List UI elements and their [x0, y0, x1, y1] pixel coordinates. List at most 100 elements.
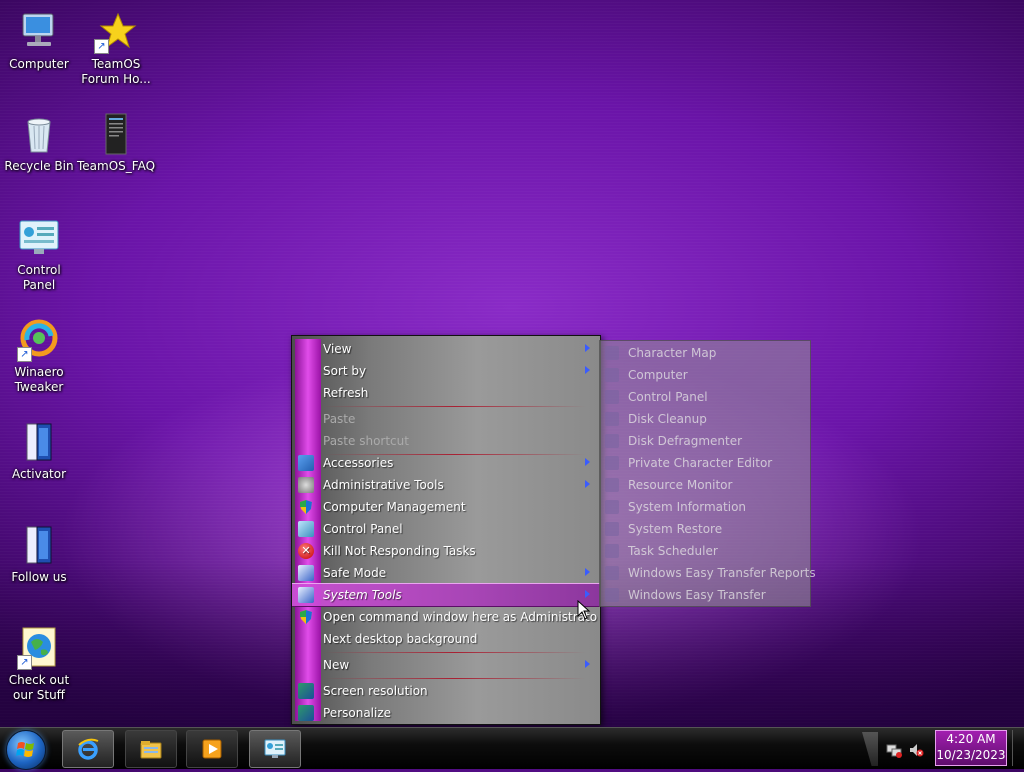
desktop-icon-label: Winaero Tweaker [14, 365, 64, 394]
submenu-item-control-panel[interactable]: Control Panel [600, 386, 810, 408]
menu-item-new[interactable]: New [292, 654, 600, 676]
disk-defragmenter-icon [605, 434, 619, 448]
submenu-item-system-information[interactable]: System Information [600, 496, 810, 518]
taskbar-media-player[interactable] [186, 730, 238, 768]
task-scheduler-icon [605, 544, 619, 558]
taskbar-control-panel[interactable] [249, 730, 301, 768]
desktop-context-menu: View Sort by Refresh Paste Paste shortcu… [291, 335, 601, 725]
menu-item-paste-shortcut[interactable]: Paste shortcut [292, 430, 600, 452]
submenu-arrow-icon [585, 480, 590, 488]
menu-item-safe-mode[interactable]: Safe Mode [292, 562, 600, 584]
submenu-arrow-icon [585, 458, 590, 466]
desktop-icon-label: Control Panel [17, 263, 61, 292]
internet-explorer-icon [78, 738, 99, 760]
network-icon[interactable] [886, 742, 902, 758]
submenu-arrow-icon [585, 660, 590, 668]
submenu-item-private-character-editor[interactable]: Private Character Editor [600, 452, 810, 474]
system-information-icon [605, 500, 619, 514]
submenu-item-easy-transfer[interactable]: Windows Easy Transfer [600, 584, 810, 606]
winaero-tweaker-icon: ↗ [17, 318, 61, 362]
desktop-icon-label: TeamOS_FAQ [77, 159, 156, 173]
desktop-icon-winaero-tweaker[interactable]: ↗ Winaero Tweaker [0, 318, 78, 395]
shield-icon [298, 609, 314, 625]
control-panel-icon [17, 216, 61, 260]
menu-item-personalize[interactable]: Personalize [292, 702, 600, 724]
menu-item-sort-by[interactable]: Sort by [292, 360, 600, 382]
system-tools-submenu: Character Map Computer Control Panel Dis… [599, 340, 816, 607]
menu-separator [323, 678, 586, 679]
menu-item-kill-not-responding-tasks[interactable]: ✕ Kill Not Responding Tasks [292, 540, 600, 562]
desktop-icon-control-panel[interactable]: Control Panel [0, 216, 78, 293]
accessories-icon [298, 455, 314, 471]
system-tools-icon [298, 587, 314, 603]
submenu-item-easy-transfer-reports[interactable]: Windows Easy Transfer Reports [600, 562, 816, 584]
submenu-item-disk-defragmenter[interactable]: Disk Defragmenter [600, 430, 810, 452]
submenu-item-task-scheduler[interactable]: Task Scheduler [600, 540, 810, 562]
file-explorer-icon [140, 741, 162, 759]
desktop-icon-recycle-bin[interactable]: Recycle Bin [0, 112, 78, 174]
star-shortcut-icon: ↗ [94, 10, 138, 54]
submenu-arrow-icon [585, 344, 590, 352]
submenu-item-disk-cleanup[interactable]: Disk Cleanup [600, 408, 810, 430]
windows-start-orb-icon[interactable] [6, 730, 46, 770]
kill-tasks-icon: ✕ [298, 543, 314, 559]
submenu-arrow-icon [585, 568, 590, 576]
submenu-item-character-map[interactable]: Character Map [600, 342, 810, 364]
clock-time: 4:20 AM [946, 732, 996, 746]
taskbar-end-cap [862, 732, 878, 766]
system-restore-icon [605, 522, 619, 536]
volume-muted-icon[interactable] [908, 742, 924, 758]
submenu-item-system-restore[interactable]: System Restore [600, 518, 810, 540]
admin-tools-icon [298, 477, 314, 493]
clock-date: 10/23/2023 [936, 748, 1006, 762]
desktop-icon-label: TeamOS Forum Ho... [81, 57, 151, 86]
menu-item-paste[interactable]: Paste [292, 408, 600, 430]
control-panel-icon [605, 390, 619, 404]
notification-area [880, 732, 930, 766]
character-editor-icon [605, 456, 619, 470]
resource-monitor-icon [605, 478, 619, 492]
safe-mode-icon [298, 565, 314, 581]
desktop-icon-follow-us[interactable]: Follow us [0, 523, 78, 585]
menu-item-open-command-window-admin[interactable]: Open command window here as Administrato [292, 606, 600, 628]
desktop-icon-label: Activator [11, 467, 67, 481]
menu-item-refresh[interactable]: Refresh [292, 382, 600, 404]
personalize-icon [298, 705, 314, 721]
taskbar: 4:20 AM 10/23/2023 [0, 727, 1024, 770]
submenu-item-computer[interactable]: Computer [600, 364, 810, 386]
recycle-bin-icon [17, 112, 61, 156]
menu-item-control-panel[interactable]: Control Panel [292, 518, 600, 540]
menu-item-view[interactable]: View [292, 338, 600, 360]
desktop-icon-label: Follow us [11, 570, 67, 584]
character-map-icon [605, 346, 619, 360]
disk-cleanup-icon [605, 412, 619, 426]
desktop-icon-activator[interactable]: Activator [0, 420, 78, 482]
desktop-icon-teamos-forum[interactable]: ↗ TeamOS Forum Ho... [77, 10, 155, 87]
desktop-icon-computer[interactable]: Computer [0, 10, 78, 72]
menu-item-next-desktop-background[interactable]: Next desktop background [292, 628, 600, 650]
control-panel-icon [264, 739, 286, 758]
menu-item-administrative-tools[interactable]: Administrative Tools [292, 474, 600, 496]
computer-icon [17, 10, 61, 54]
computer-icon [605, 368, 619, 382]
show-desktop-button[interactable] [1012, 730, 1023, 766]
submenu-item-resource-monitor[interactable]: Resource Monitor [600, 474, 810, 496]
desktop-icon-check-out-our-stuff[interactable]: ↗ Check out our Stuff [0, 626, 78, 703]
taskbar-clock[interactable]: 4:20 AM 10/23/2023 [935, 730, 1007, 766]
submenu-arrow-icon [585, 366, 590, 374]
screen-resolution-icon [298, 683, 314, 699]
menu-item-accessories[interactable]: Accessories [292, 452, 600, 474]
document-icon [94, 112, 138, 156]
globe-shortcut-icon: ↗ [17, 626, 61, 670]
desktop-icon-teamos-faq[interactable]: TeamOS_FAQ [77, 112, 155, 174]
taskbar-internet-explorer[interactable] [62, 730, 114, 768]
follow-us-icon [17, 523, 61, 567]
menu-item-screen-resolution[interactable]: Screen resolution [292, 680, 600, 702]
menu-separator [323, 406, 586, 407]
desktop-icon-label: Computer [9, 57, 69, 71]
easy-transfer-reports-icon [605, 566, 619, 580]
submenu-arrow-icon [585, 590, 590, 598]
menu-item-system-tools[interactable]: System Tools [292, 583, 600, 607]
taskbar-file-explorer[interactable] [125, 730, 177, 768]
menu-item-computer-management[interactable]: Computer Management [292, 496, 600, 518]
